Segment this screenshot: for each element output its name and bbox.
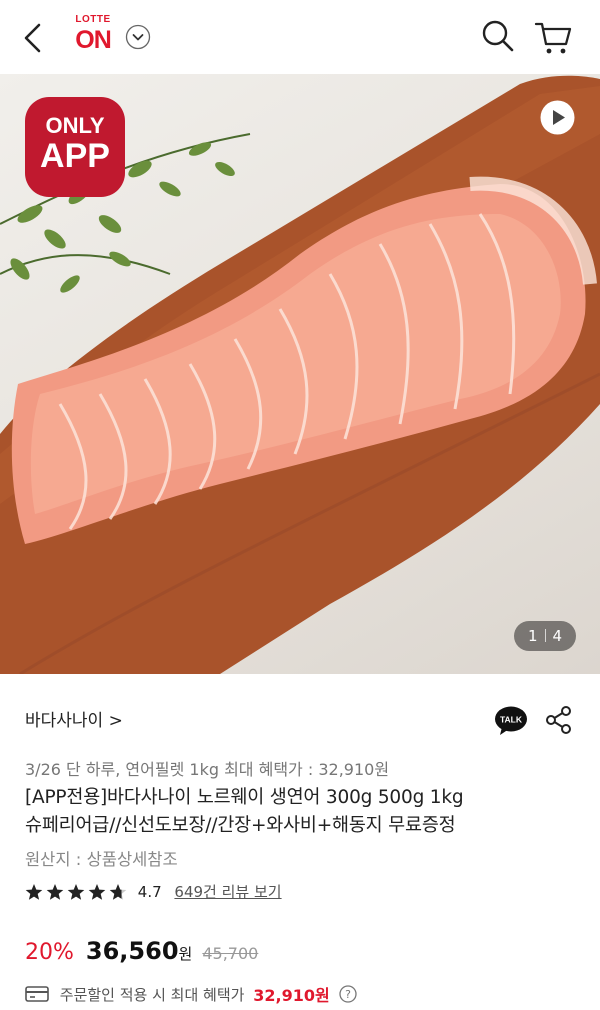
star-icon xyxy=(25,883,43,900)
chevron-down-icon xyxy=(125,24,151,50)
mall-dropdown-button[interactable] xyxy=(125,24,151,50)
promo-text: 3/26 단 하루, 연어필렛 1kg 최대 혜택가 : 32,910원 xyxy=(25,760,390,779)
rating-row: 4.7 649건 리뷰 보기 xyxy=(25,881,282,905)
star-icon xyxy=(46,883,64,900)
origin-info: 원산지 : 상품상세참조 xyxy=(25,850,178,869)
image-counter: 14 xyxy=(514,621,576,651)
play-icon xyxy=(540,100,575,135)
logo-top-text: LOTTE xyxy=(75,14,111,25)
discount-rate: 20% xyxy=(25,940,74,965)
star-icon xyxy=(109,883,127,900)
seller-link[interactable]: 바다사나이 > xyxy=(25,706,123,731)
price-unit: 원 xyxy=(178,945,193,963)
logo-main-text: ON xyxy=(75,26,112,54)
help-icon[interactable]: ? xyxy=(338,985,357,1003)
counter-current: 1 xyxy=(527,627,538,645)
star-icon xyxy=(67,883,85,900)
product-title-line1: [APP전용]바다사나이 노르웨이 생연어 300g 500g 1kg xyxy=(25,787,464,808)
benefit-row[interactable]: 주문할인 적용 시 최대 혜택가 32,910원 ? xyxy=(25,982,357,1006)
svg-text:?: ? xyxy=(345,988,351,1001)
back-arrow-icon xyxy=(24,23,41,53)
svg-text:TALK: TALK xyxy=(500,715,523,725)
rating-score: 4.7 xyxy=(137,882,162,901)
back-button[interactable] xyxy=(14,18,54,58)
badge-line1: ONLY xyxy=(45,113,105,138)
product-title: [APP전용]바다사나이 노르웨이 생연어 300g 500g 1kg 슈페리어… xyxy=(25,784,585,840)
share-icon xyxy=(546,706,571,734)
badge-line2: APP xyxy=(40,137,110,175)
counter-total: 4 xyxy=(552,627,563,645)
play-video-button[interactable] xyxy=(540,100,575,135)
cart-button[interactable] xyxy=(533,18,573,56)
sale-price: 36,560 xyxy=(85,937,179,965)
top-header: LOTTE ON xyxy=(0,0,600,74)
only-app-badge: ONLY APP xyxy=(25,97,125,197)
benefit-amount: 32,910원 xyxy=(253,986,330,1005)
product-title-line2: 슈페리어급//신선도보장//간장+와사비+해동지 무료증정 xyxy=(25,815,456,836)
product-image-carousel[interactable]: ONLY APP 14 xyxy=(0,74,600,674)
cart-icon xyxy=(534,22,572,54)
search-button[interactable] xyxy=(480,18,516,54)
lotte-on-logo[interactable]: LOTTE ON xyxy=(68,14,118,58)
original-price: 45,700 xyxy=(202,944,259,963)
counter-divider xyxy=(544,629,546,642)
search-icon xyxy=(482,20,514,52)
price-row: 20% 36,560원 45,700 xyxy=(25,937,258,967)
star-rating xyxy=(25,883,127,900)
benefit-text: 주문할인 적용 시 최대 혜택가 xyxy=(59,985,245,1004)
reviews-link[interactable]: 649건 리뷰 보기 xyxy=(174,883,281,901)
star-icon xyxy=(88,883,106,900)
talk-icon: TALK xyxy=(495,706,527,735)
share-button[interactable] xyxy=(545,705,573,735)
card-icon xyxy=(25,986,49,1002)
talk-button[interactable]: TALK xyxy=(494,705,528,737)
